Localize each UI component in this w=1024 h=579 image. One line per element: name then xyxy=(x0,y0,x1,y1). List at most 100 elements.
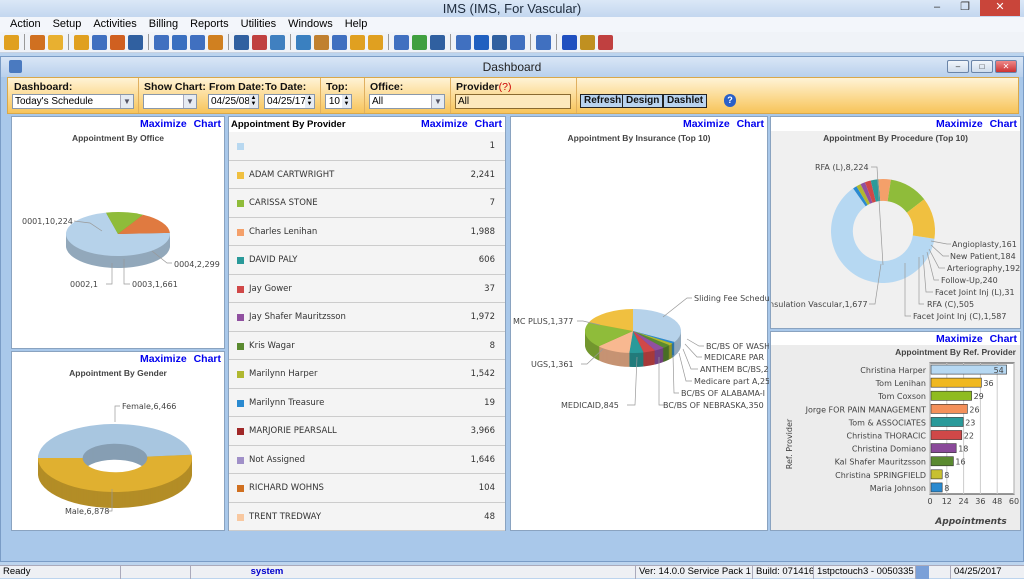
menu-setup[interactable]: Setup xyxy=(47,17,88,32)
notepad-icon[interactable] xyxy=(536,34,551,50)
spinner-icon[interactable]: ▲ ▼ xyxy=(342,95,351,108)
documents-icon[interactable] xyxy=(456,34,471,50)
slice-label: Medicare part A,25 xyxy=(694,377,769,386)
help-icon[interactable]: ? xyxy=(724,94,736,107)
bar[interactable] xyxy=(930,456,954,467)
bar-chart-icon[interactable] xyxy=(412,34,427,50)
provider-help-link[interactable]: (?) xyxy=(499,81,512,93)
provider-row[interactable]: CARISSA STONE 7 xyxy=(229,189,505,218)
toolbar-separator xyxy=(556,34,557,50)
provider-row[interactable]: DAVID PALY 606 xyxy=(229,246,505,275)
y-tick-label: Christina Harper xyxy=(860,366,926,375)
dashboard-restore-button[interactable]: □ xyxy=(971,60,993,73)
spinner-icon[interactable]: ▲ ▼ xyxy=(249,95,258,108)
chevron-down-icon[interactable]: ▼ xyxy=(120,95,133,108)
provider-input[interactable]: All xyxy=(455,94,571,109)
provider-row[interactable]: Not Assigned 1,646 xyxy=(229,445,505,474)
inbox-icon[interactable] xyxy=(350,34,365,50)
dashboard-select[interactable]: Today's Schedule ▼ xyxy=(12,94,134,109)
provider-row[interactable]: Jay Gower 37 xyxy=(229,274,505,303)
menu-utilities[interactable]: Utilities xyxy=(235,17,282,32)
people-icon[interactable] xyxy=(208,34,223,50)
shield-icon[interactable] xyxy=(128,34,143,50)
gear-icon[interactable] xyxy=(190,34,205,50)
mail-icon[interactable] xyxy=(332,34,347,50)
provider-row[interactable]: Jay Shafer Mauritzsson 1,972 xyxy=(229,303,505,332)
transfer-icon[interactable] xyxy=(474,34,489,50)
menu-action[interactable]: Action xyxy=(4,17,47,32)
bar[interactable] xyxy=(930,390,972,401)
provider-row[interactable]: 1 xyxy=(229,132,505,161)
bar-value-label: 26 xyxy=(969,405,979,414)
y-tick-label: Jorge FOR PAIN MANAGEMENT xyxy=(805,405,927,414)
from-date-input[interactable]: 04/25/08 ▲ ▼ xyxy=(208,94,259,109)
bar[interactable] xyxy=(930,469,943,480)
provider-count: 1,542 xyxy=(470,369,495,379)
menu-reports[interactable]: Reports xyxy=(184,17,235,32)
dashboard-window: Dashboard – □ ✕ Dashboard: Today's Schedul… xyxy=(0,56,1024,562)
provider-row[interactable]: Charles Lenihan 1,988 xyxy=(229,217,505,246)
chevron-down-icon[interactable]: ▼ xyxy=(183,95,196,108)
bar-value-label: 18 xyxy=(958,445,968,454)
provider-count: 1,988 xyxy=(470,226,495,237)
edit-icon[interactable] xyxy=(270,34,285,50)
refresh-icon[interactable] xyxy=(492,34,507,50)
help-icon[interactable] xyxy=(562,34,577,50)
dashboard-minimize-button[interactable]: – xyxy=(947,60,969,73)
provider-row[interactable]: Marilynn Treasure 19 xyxy=(229,388,505,417)
users-icon[interactable] xyxy=(30,34,45,50)
y-tick-label: Kal Shafer Mauritzsson xyxy=(835,458,926,467)
bar[interactable] xyxy=(930,430,963,440)
maximize-chart-link[interactable]: Maximize Chart xyxy=(421,118,502,130)
show-chart-select[interactable]: ▼ xyxy=(143,94,197,109)
provider-row[interactable]: MARJORIE PEARSALL 3,966 xyxy=(229,417,505,446)
provider-row[interactable]: Marilynn Harper 1,542 xyxy=(229,360,505,389)
status-bar: Ready system Ver: 14.0.0 Service Pack 1 … xyxy=(0,565,1024,579)
bar[interactable] xyxy=(930,417,964,427)
dashlet-button[interactable]: Dashlet xyxy=(663,94,708,108)
provider-row[interactable]: TRENT TREDWAY 48 xyxy=(229,502,505,531)
provider-row[interactable]: ADAM CARTWRIGHT 2,241 xyxy=(229,160,505,189)
box-icon[interactable] xyxy=(314,34,329,50)
menu-windows[interactable]: Windows xyxy=(282,17,339,32)
office-select[interactable]: All ▼ xyxy=(369,94,445,109)
checklist-icon[interactable] xyxy=(510,34,525,50)
provider-count: 104 xyxy=(478,483,495,493)
bar[interactable] xyxy=(930,443,957,453)
user-icon[interactable] xyxy=(4,34,19,50)
bar[interactable] xyxy=(930,404,968,414)
restore-button[interactable]: ❐ xyxy=(952,0,978,16)
refresh-button[interactable]: Refresh xyxy=(580,94,626,108)
menu-billing[interactable]: Billing xyxy=(143,17,184,32)
design-button[interactable]: Design xyxy=(622,94,664,108)
provider-count: 606 xyxy=(478,255,495,265)
menu-help[interactable]: Help xyxy=(339,17,374,32)
lock-icon[interactable] xyxy=(580,34,595,50)
document-icon[interactable] xyxy=(92,34,107,50)
report-icon[interactable] xyxy=(430,34,445,50)
card-icon[interactable] xyxy=(252,34,267,50)
chart-icon[interactable] xyxy=(154,34,169,50)
flask-icon[interactable] xyxy=(110,34,125,50)
folder-icon[interactable] xyxy=(368,34,383,50)
provider-name: CARISSA STONE xyxy=(249,198,318,208)
bar[interactable] xyxy=(930,482,943,493)
provider-row[interactable]: Kris Wagar 8 xyxy=(229,331,505,360)
exit-icon[interactable] xyxy=(598,34,613,50)
folder-open-icon[interactable] xyxy=(74,34,89,50)
copy-icon[interactable] xyxy=(394,34,409,50)
bar[interactable] xyxy=(930,377,982,388)
calendar-icon[interactable] xyxy=(172,34,187,50)
chevron-down-icon[interactable]: ▼ xyxy=(431,95,444,108)
network-icon[interactable] xyxy=(234,34,249,50)
menu-activities[interactable]: Activities xyxy=(87,17,142,32)
minimize-button[interactable]: – xyxy=(924,0,950,16)
close-button[interactable]: ✕ xyxy=(980,0,1020,16)
spinner-icon[interactable]: ▲ ▼ xyxy=(305,95,314,108)
lab-icon[interactable] xyxy=(296,34,311,50)
to-date-input[interactable]: 04/25/17 ▲ ▼ xyxy=(264,94,315,109)
folder-icon[interactable] xyxy=(48,34,63,50)
provider-row[interactable]: RICHARD WOHNS 104 xyxy=(229,474,505,503)
top-input[interactable]: 10 ▲ ▼ xyxy=(325,94,352,109)
dashboard-close-button[interactable]: ✕ xyxy=(995,60,1017,73)
